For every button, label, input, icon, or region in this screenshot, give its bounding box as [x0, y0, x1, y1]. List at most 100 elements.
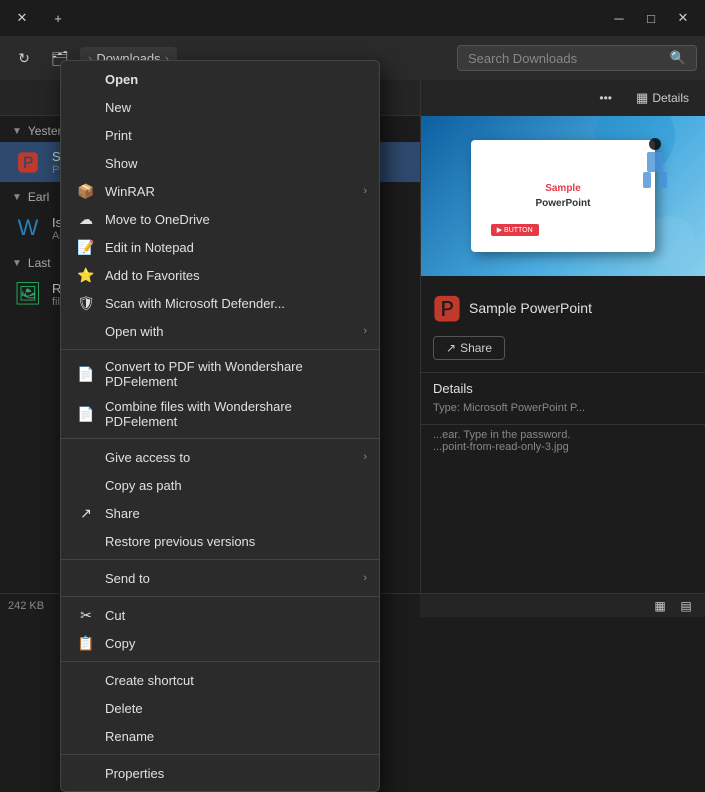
share-button[interactable]: ↗ Share: [433, 336, 505, 360]
ctx-item-icon: [77, 476, 95, 494]
context-menu-item[interactable]: Restore previous versions: [61, 527, 379, 555]
context-menu-item[interactable]: ↗ Share: [61, 499, 379, 527]
view-buttons: ▦ ▤: [420, 593, 705, 617]
search-bar[interactable]: 🔍: [457, 45, 697, 71]
ctx-item-icon: ✂: [77, 606, 95, 624]
details-panel: Details Type: Microsoft PowerPoint P...: [421, 373, 705, 424]
ctx-item-icon: [77, 569, 95, 587]
submenu-arrow-icon: ›: [363, 185, 367, 197]
file-detail-name: 🅿 Sample PowerPoint: [433, 288, 693, 328]
ctx-item-label: Share: [105, 506, 140, 521]
file-jpg-icon: 🖼: [12, 278, 44, 310]
context-menu-item[interactable]: 📦WinRAR›: [61, 177, 379, 205]
ctx-item-icon: [77, 126, 95, 144]
title-bar-left: ✕ +: [8, 4, 72, 32]
ppt-preview: Sample PowerPoint ▶ BUTTON: [421, 116, 705, 276]
context-menu-item[interactable]: Open with ›: [61, 317, 379, 345]
ctx-item-icon: ↗: [77, 504, 95, 522]
minimize-button[interactable]: ─: [605, 4, 633, 32]
ctx-item-label: Cut: [105, 608, 125, 623]
refresh-button[interactable]: ↻: [8, 42, 40, 74]
ctx-item-label: Rename: [105, 729, 154, 744]
context-menu-item[interactable]: Copy as path: [61, 471, 379, 499]
title-bar: ✕ + ─ □ ✕: [0, 0, 705, 36]
context-menu-item[interactable]: Print: [61, 121, 379, 149]
context-menu-item[interactable]: Rename: [61, 722, 379, 750]
toggle-yesterday[interactable]: ▼: [12, 126, 22, 137]
context-menu-item[interactable]: 📄Combine files with Wondershare PDFeleme…: [61, 394, 379, 434]
list-view-button[interactable]: ▤: [675, 595, 697, 617]
toggle-earlier[interactable]: ▼: [12, 192, 22, 203]
more-icon: •••: [599, 91, 612, 105]
figure-icon: [635, 136, 685, 196]
pptx-big-icon: 🅿: [433, 288, 461, 328]
ctx-item-icon: ☁: [77, 210, 95, 228]
context-menu-separator: [61, 438, 379, 439]
context-menu-item[interactable]: 📋 Copy: [61, 629, 379, 657]
context-menu-item[interactable]: 📝 Edit in Notepad: [61, 233, 379, 261]
ctx-item-icon: [77, 448, 95, 466]
ctx-item-label: Edit in Notepad: [105, 240, 194, 255]
ctx-item-label: Send to: [105, 571, 150, 586]
ctx-item-label: Open: [105, 72, 138, 87]
context-menu-item[interactable]: Delete: [61, 694, 379, 722]
ctx-item-label: Properties: [105, 766, 164, 781]
details-label: Details: [652, 91, 689, 105]
ctx-item-icon: [77, 727, 95, 745]
search-input[interactable]: [468, 51, 664, 66]
context-menu-item[interactable]: ☁Move to OneDrive: [61, 205, 379, 233]
context-menu-item[interactable]: Send to ›: [61, 564, 379, 592]
right-panel: ••• ▦ Details Sample PowerPoint ▶ BUTTO: [420, 80, 705, 617]
ctx-item-label: Convert to PDF with Wondershare PDFeleme…: [105, 359, 363, 389]
ctx-item-icon: [77, 699, 95, 717]
ctx-item-label: New: [105, 100, 131, 115]
ctx-item-icon: ⭐: [77, 266, 95, 284]
context-menu-item[interactable]: 🛡Scan with Microsoft Defender...: [61, 289, 379, 317]
ctx-item-label: WinRAR: [105, 184, 155, 199]
ctx-item-label: Show: [105, 156, 138, 171]
ctx-item-label: Open with: [105, 324, 164, 339]
file-docx-icon: W: [12, 212, 44, 244]
submenu-arrow-icon: ›: [363, 325, 367, 337]
ctx-item-label: Copy: [105, 636, 135, 651]
ctx-item-label: Restore previous versions: [105, 534, 255, 549]
window-controls: ─ □ ✕: [605, 4, 697, 32]
bottom-text: ...ear. Type in the password.: [433, 429, 693, 441]
context-menu-item[interactable]: ✂ Cut: [61, 601, 379, 629]
context-menu-separator: [61, 559, 379, 560]
grid-view-button[interactable]: ▦: [649, 595, 671, 617]
context-menu-item[interactable]: Give access to ›: [61, 443, 379, 471]
details-button[interactable]: ▦ Details: [628, 86, 697, 110]
submenu-arrow-icon: ›: [363, 451, 367, 463]
ctx-item-label: Combine files with Wondershare PDFelemen…: [105, 399, 363, 429]
window-close-button[interactable]: ✕: [669, 4, 697, 32]
powerpoint-text: PowerPoint: [535, 198, 590, 209]
close-button[interactable]: ✕: [8, 4, 36, 32]
ctx-item-icon: [77, 70, 95, 88]
context-menu-item[interactable]: Show: [61, 149, 379, 177]
ctx-item-label: Create shortcut: [105, 673, 194, 688]
ctx-item-icon: 📋: [77, 634, 95, 652]
context-menu-item[interactable]: Open: [61, 65, 379, 93]
context-menu: OpenNewPrintShow📦WinRAR›☁Move to OneDriv…: [60, 60, 380, 792]
ctx-item-icon: 📝: [77, 238, 95, 256]
details-heading: Details: [433, 381, 693, 396]
context-menu-item[interactable]: New: [61, 93, 379, 121]
context-menu-item[interactable]: Create shortcut: [61, 666, 379, 694]
toggle-last[interactable]: ▼: [12, 258, 22, 269]
new-tab-button[interactable]: +: [44, 4, 72, 32]
ctx-item-icon: [77, 671, 95, 689]
context-menu-item[interactable]: ⭐Add to Favorites: [61, 261, 379, 289]
submenu-arrow-icon: ›: [363, 572, 367, 584]
type-row: Type: Microsoft PowerPoint P...: [433, 402, 693, 414]
maximize-button[interactable]: □: [637, 4, 665, 32]
more-options-button[interactable]: •••: [591, 87, 620, 109]
ctx-item-label: Copy as path: [105, 478, 182, 493]
context-menu-separator: [61, 661, 379, 662]
ctx-item-label: Give access to: [105, 450, 190, 465]
context-menu-item[interactable]: 📄Convert to PDF with Wondershare PDFelem…: [61, 354, 379, 394]
context-menu-item[interactable]: Properties: [61, 759, 379, 787]
context-menu-separator: [61, 596, 379, 597]
ctx-item-icon: [77, 532, 95, 550]
ppt-slide: Sample PowerPoint ▶ BUTTON: [471, 140, 656, 252]
